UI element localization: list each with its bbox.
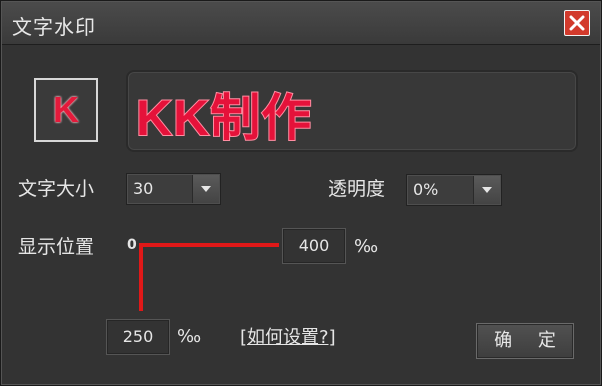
watermark-text-preview: KK制作	[135, 89, 313, 147]
font-size-value: 30	[133, 179, 154, 198]
x-position-value: 400	[298, 236, 330, 255]
position-origin: 0	[127, 237, 137, 253]
y-position-value: 250	[122, 327, 154, 346]
chevron-down-icon	[201, 186, 211, 192]
font-size-label: 文字大小	[18, 178, 95, 200]
font-size-dropdown-button[interactable]	[192, 175, 219, 203]
icon-letter: K	[53, 89, 79, 130]
x-position-input[interactable]: 400	[282, 228, 346, 264]
ok-button[interactable]: 确 定	[476, 323, 574, 359]
x-offset-line	[139, 243, 279, 247]
y-offset-line	[139, 243, 143, 311]
window-title: 文字水印	[12, 15, 96, 39]
y-unit: ‰	[177, 326, 202, 347]
opacity-dropdown-button[interactable]	[473, 176, 500, 204]
opacity-label: 透明度	[328, 178, 386, 200]
how-to-set-link[interactable]: [如何设置?]	[240, 323, 336, 349]
x-unit: ‰	[354, 236, 379, 257]
opacity-select[interactable]: 0%	[406, 174, 502, 206]
title-bar: 文字水印	[2, 2, 600, 45]
position-label: 显示位置	[18, 236, 95, 258]
close-button[interactable]	[564, 10, 590, 36]
watermark-text-input[interactable]: KK制作	[126, 70, 578, 152]
chevron-down-icon	[482, 187, 492, 193]
opacity-value: 0%	[413, 180, 439, 199]
text-watermark-dialog: 文字水印 K KK制作 文字大小 30 透明度 0% 显示位置 0 400 ‰ …	[0, 0, 602, 386]
font-size-select[interactable]: 30	[126, 173, 221, 205]
watermark-icon-preview: K	[34, 78, 98, 142]
close-icon	[569, 15, 585, 31]
y-position-input[interactable]: 250	[106, 319, 170, 355]
